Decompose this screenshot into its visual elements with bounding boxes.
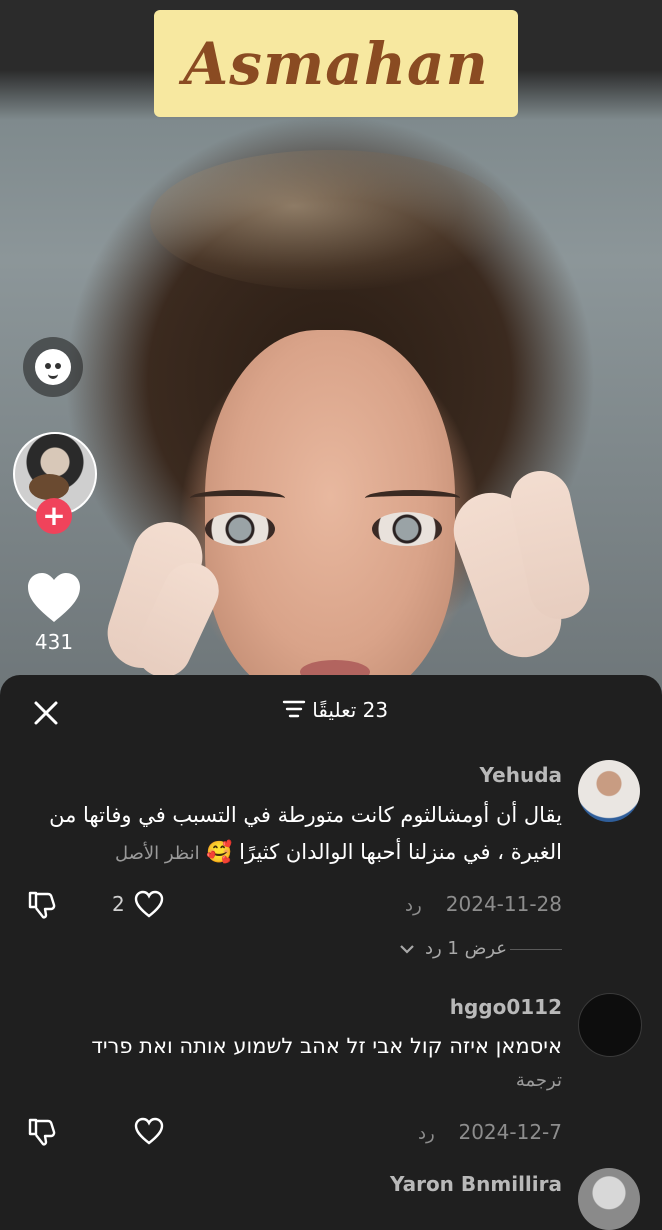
like-button[interactable] [27, 572, 81, 624]
dislike-icon [28, 891, 56, 919]
comment-text: איסמאן איזה קול אבי זל אהב לשמוע אותה וא… [91, 1034, 562, 1058]
dislike-button[interactable] [26, 1116, 58, 1148]
chevron-down-icon [400, 945, 414, 954]
comment-username[interactable]: hggo0112 [450, 995, 562, 1019]
dislike-icon [28, 1118, 56, 1146]
comment-avatar[interactable] [578, 993, 642, 1057]
view-replies-button[interactable]: عرض 1 رد [399, 938, 507, 959]
follow-button[interactable]: + [36, 498, 72, 534]
video-title-text: Asmahan [183, 29, 489, 98]
comment-username[interactable]: Yehuda [480, 763, 563, 787]
comment-like-count: 2 [112, 892, 125, 916]
sort-button[interactable] [282, 699, 306, 724]
view-replies-label: عرض 1 رد [424, 938, 507, 959]
video-title-badge: Asmahan [154, 10, 518, 117]
heart-outline-icon [134, 1117, 164, 1145]
video-hair-highlight [150, 150, 510, 290]
comment-like-button[interactable] [134, 1117, 164, 1147]
comment-like-button[interactable] [134, 890, 164, 920]
reply-button[interactable]: رد [405, 895, 422, 916]
comments-count-title: 23 تعليقًا [312, 698, 389, 722]
comments-sheet [0, 675, 662, 1199]
see-original-link[interactable]: انظر الأصل [115, 843, 200, 864]
video-eye-right [372, 512, 442, 546]
video-brow-right [365, 490, 460, 506]
translate-link[interactable]: ترجمة [516, 1070, 562, 1091]
sort-icon [282, 700, 306, 718]
comment-date: 2024-11-28 [445, 892, 562, 916]
face-icon [35, 349, 71, 385]
video-eye-left [205, 512, 275, 546]
comments-header: 23 تعليقًا [0, 698, 662, 724]
avatar-guitar-shape [29, 474, 69, 500]
plus-icon: + [42, 499, 66, 532]
comment-text: يقال أن أومشالثوم كانت متورطة في التسبب … [22, 797, 562, 872]
heart-icon [28, 573, 80, 622]
reply-button[interactable]: رد [418, 1123, 435, 1144]
comment-avatar[interactable] [578, 1168, 640, 1230]
dislike-button[interactable] [26, 889, 58, 921]
comment-avatar[interactable] [578, 760, 640, 822]
comment-username[interactable]: Yaron Bnmillira [390, 1172, 562, 1196]
like-count: 431 [34, 630, 74, 654]
heart-outline-icon [134, 890, 164, 918]
comment-date: 2024-12-7 [458, 1120, 562, 1144]
divider [510, 949, 562, 950]
video-brow-left [190, 490, 285, 506]
effect-face-button[interactable] [23, 337, 83, 397]
